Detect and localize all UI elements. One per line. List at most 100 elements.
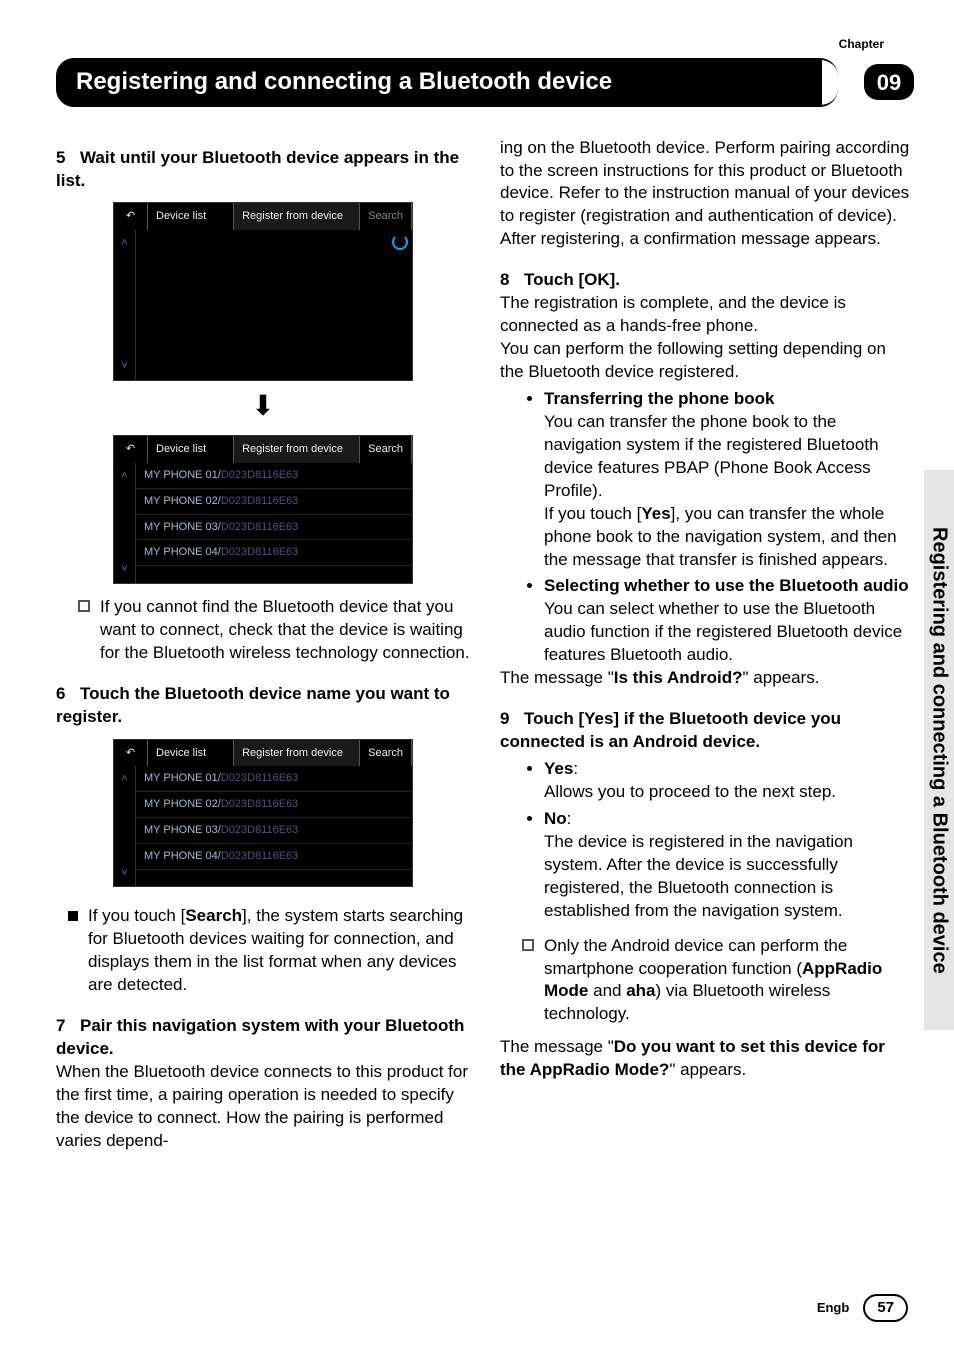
step-text: Touch the Bluetooth device name you want… <box>56 684 450 726</box>
device-mac: D023D8116E63 <box>221 469 298 481</box>
text: The message " <box>500 1037 614 1056</box>
sub-body: If you touch [Yes], you can transfer the… <box>544 503 914 572</box>
back-icon[interactable]: ↶ <box>114 436 148 463</box>
list-item[interactable]: MY PHONE 03/D023D8116E63 <box>136 515 412 541</box>
step-8-body-2: You can perform the following setting de… <box>500 338 914 384</box>
yes-item: Yes: Allows you to proceed to the next s… <box>544 758 914 804</box>
note-text: If you touch [Search], the system starts… <box>88 905 470 997</box>
chevron-down-icon[interactable]: ˅ <box>121 562 127 577</box>
step-5-heading: 5Wait until your Bluetooth device appear… <box>56 147 470 193</box>
page-number: 57 <box>863 1294 908 1322</box>
device-list-screenshot-empty: ↶ Device list Register from device Searc… <box>113 202 413 381</box>
scroll-bar[interactable]: ˄˅ <box>114 230 136 380</box>
step-number: 8 <box>500 269 524 292</box>
device-mac: D023D8116E63 <box>221 824 298 836</box>
device-list-screenshot-populated: ↶ Device list Register from device Searc… <box>113 435 413 584</box>
no-item: No: The device is registered in the navi… <box>544 808 914 923</box>
register-from-device-button[interactable]: Register from device <box>234 203 360 230</box>
step-7-continuation: ing on the Bluetooth device. Perform pai… <box>500 137 914 252</box>
step-7-heading: 7Pair this navigation system with your B… <box>56 1015 470 1061</box>
device-list-label: Device list <box>148 436 234 463</box>
yes-label: Yes <box>544 759 573 778</box>
device-name: MY PHONE 03/ <box>144 824 221 836</box>
yes-bold: Yes <box>641 504 670 523</box>
device-name: MY PHONE 04/ <box>144 850 221 862</box>
device-mac: D023D8116E63 <box>221 495 298 507</box>
lang-code: Engb <box>817 1299 850 1317</box>
note-icon <box>78 600 90 612</box>
device-list: MY PHONE 01/D023D8116E63 MY PHONE 02/D02… <box>136 766 412 886</box>
side-tab: Registering and connecting a Bluetooth d… <box>924 470 954 1030</box>
search-button[interactable]: Search <box>360 740 412 767</box>
msg-bold: Is this Android? <box>614 668 743 687</box>
sub-body: You can select whether to use the Blueto… <box>544 598 914 667</box>
step-9-heading: 9Touch [Yes] if the Bluetooth device you… <box>500 708 914 754</box>
message-appradio-mode: The message "Do you want to set this dev… <box>500 1036 914 1082</box>
list-item[interactable]: MY PHONE 04/D023D8116E63 <box>136 540 412 566</box>
step-text: Pair this navigation system with your Bl… <box>56 1016 464 1058</box>
chevron-down-icon[interactable]: ˅ <box>121 866 127 881</box>
device-list-label: Device list <box>148 740 234 767</box>
device-name: MY PHONE 01/ <box>144 772 221 784</box>
scroll-bar[interactable]: ˄˅ <box>114 766 136 886</box>
step-number: 9 <box>500 708 524 731</box>
text: If you touch [ <box>544 504 641 523</box>
back-icon[interactable]: ↶ <box>114 203 148 230</box>
register-from-device-button[interactable]: Register from device <box>234 740 360 767</box>
chevron-down-icon[interactable]: ˅ <box>121 359 127 374</box>
step-8-sublist: Transferring the phone book You can tran… <box>500 388 914 667</box>
arrow-down-icon: ⬇ <box>56 387 470 425</box>
device-name: MY PHONE 03/ <box>144 521 221 533</box>
back-icon[interactable]: ↶ <box>114 740 148 767</box>
device-list-label: Device list <box>148 203 234 230</box>
list-item[interactable]: MY PHONE 01/D023D8116E63 <box>136 766 412 792</box>
text: " appears. <box>743 668 820 687</box>
note-text: Only the Android device can perform the … <box>544 935 914 1027</box>
step-8-heading: 8Touch [OK]. <box>500 269 914 292</box>
sub-item-bt-audio: Selecting whether to use the Bluetooth a… <box>544 575 914 667</box>
device-name: MY PHONE 02/ <box>144 798 221 810</box>
device-mac: D023D8116E63 <box>221 772 298 784</box>
note-icon <box>522 939 534 951</box>
device-list-screenshot-select: ↶ Device list Register from device Searc… <box>113 739 413 888</box>
register-from-device-button[interactable]: Register from device <box>234 436 360 463</box>
aha-bold: aha <box>626 981 655 1000</box>
search-note: If you touch [Search], the system starts… <box>56 905 470 997</box>
device-mac: D023D8116E63 <box>221 546 298 558</box>
left-column: 5Wait until your Bluetooth device appear… <box>56 137 470 1153</box>
device-list-empty <box>136 230 412 380</box>
search-button[interactable]: Search <box>360 436 412 463</box>
step-number: 7 <box>56 1015 80 1038</box>
chevron-up-icon[interactable]: ˄ <box>121 772 127 787</box>
step-text: Wait until your Bluetooth device appears… <box>56 148 459 190</box>
list-item[interactable]: MY PHONE 02/D023D8116E63 <box>136 489 412 515</box>
step-text: Touch [Yes] if the Bluetooth device you … <box>500 709 841 751</box>
device-name: MY PHONE 04/ <box>144 546 221 558</box>
text: If you touch [ <box>88 906 185 925</box>
device-mac: D023D8116E63 <box>221 798 298 810</box>
list-item[interactable]: MY PHONE 01/D023D8116E63 <box>136 463 412 489</box>
chapter-number-badge: 09 <box>864 64 914 100</box>
list-item[interactable]: MY PHONE 03/D023D8116E63 <box>136 818 412 844</box>
step-6-heading: 6Touch the Bluetooth device name you wan… <box>56 683 470 729</box>
search-button[interactable]: Search <box>360 203 412 230</box>
scroll-bar[interactable]: ˄˅ <box>114 463 136 583</box>
note-cannot-find: If you cannot find the Bluetooth device … <box>56 596 470 665</box>
sub-title: Transferring the phone book <box>544 388 914 411</box>
sub-body: You can transfer the phone book to the n… <box>544 411 914 503</box>
side-tab-label: Registering and connecting a Bluetooth d… <box>926 527 953 974</box>
step-number: 6 <box>56 683 80 706</box>
no-label: No <box>544 809 567 828</box>
list-item[interactable]: MY PHONE 02/D023D8116E63 <box>136 792 412 818</box>
chevron-up-icon[interactable]: ˄ <box>121 469 127 484</box>
page-footer: Engb 57 <box>817 1294 908 1322</box>
chevron-up-icon[interactable]: ˄ <box>121 236 127 251</box>
search-label-bold: Search <box>185 906 242 925</box>
step-7-body: When the Bluetooth device connects to th… <box>56 1061 470 1153</box>
device-list: MY PHONE 01/D023D8116E63 MY PHONE 02/D02… <box>136 463 412 583</box>
list-item[interactable]: MY PHONE 04/D023D8116E63 <box>136 844 412 870</box>
android-only-note: Only the Android device can perform the … <box>500 935 914 1027</box>
right-column: ing on the Bluetooth device. Perform pai… <box>500 137 914 1153</box>
device-name: MY PHONE 01/ <box>144 469 221 481</box>
device-mac: D023D8116E63 <box>221 521 298 533</box>
